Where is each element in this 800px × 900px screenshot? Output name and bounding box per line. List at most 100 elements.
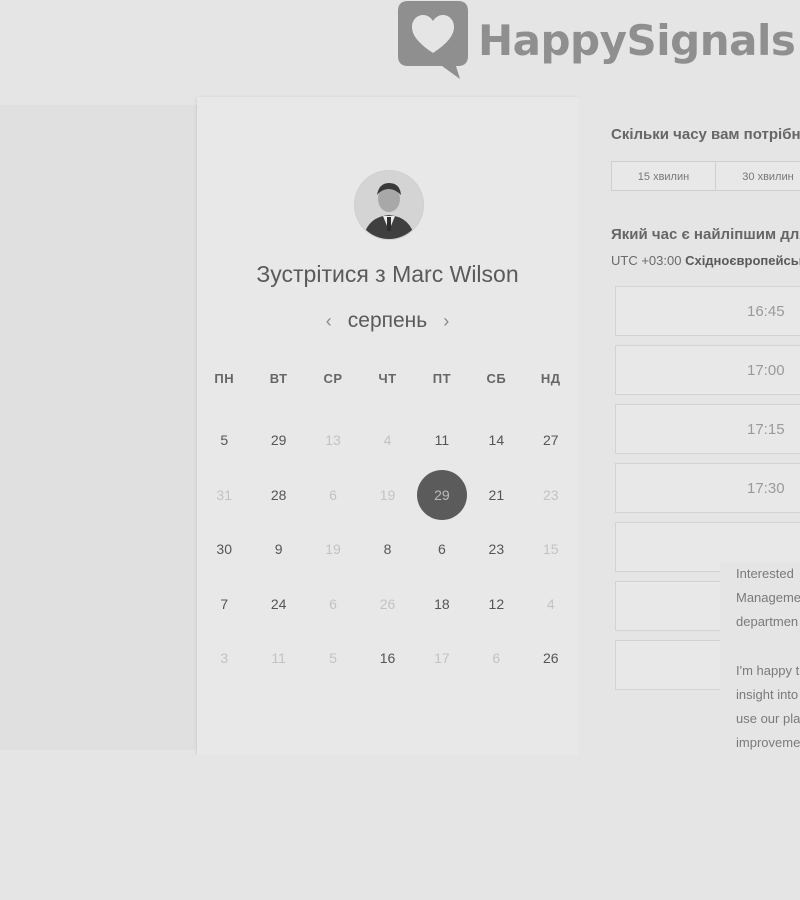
- calendar-day-cell: 13: [306, 432, 360, 448]
- duration-30-button[interactable]: 30 хвилин: [716, 161, 800, 191]
- unavailable-day: 3: [220, 650, 229, 667]
- calendar-day-cell: 30: [197, 541, 251, 557]
- message-line: use our pla: [736, 711, 800, 726]
- calendar-day-cell: 9: [251, 541, 305, 557]
- avatar: [354, 170, 424, 240]
- unavailable-day: 17: [434, 650, 450, 667]
- calendar-day-cell: 12: [469, 596, 523, 612]
- calendar-day-cell: 19: [360, 487, 414, 503]
- duration-question: Скільки часу вам потрібн: [611, 126, 800, 143]
- calendar-day-cell: 4: [524, 596, 578, 612]
- calendar-day-cell: 6: [415, 541, 469, 557]
- message-line: I'm happy t: [736, 663, 800, 678]
- calendar-day-cell: 29: [251, 432, 305, 448]
- time-question: Який час є найліпшим для: [611, 226, 800, 243]
- duration-15-button[interactable]: 15 хвилин: [611, 161, 716, 191]
- calendar-day-cell: 7: [197, 596, 251, 612]
- brand-name: HappySignals: [478, 15, 796, 65]
- message-line: Interested: [736, 566, 794, 581]
- heart-bubble-icon: [398, 1, 468, 79]
- left-background: [0, 105, 197, 750]
- unavailable-day: 11: [271, 650, 286, 667]
- calendar-day-cell: 28: [251, 487, 305, 503]
- calendar-day-cell: 6: [306, 487, 360, 503]
- next-month-icon[interactable]: ›: [443, 311, 449, 332]
- calendar-week-row: 7 24 6 26 18 12 4: [197, 577, 578, 632]
- happysignals-logo[interactable]: HappySignals: [398, 0, 796, 80]
- available-day[interactable]: 14: [489, 432, 505, 448]
- calendar-day-cell: 11: [415, 432, 469, 448]
- calendar-grid: ПН ВТ СР ЧТ ПТ СБ НД 5 29 13 4 11 14 27 31 28 6 19 29 21 23…: [197, 367, 578, 686]
- available-day[interactable]: 30: [216, 541, 232, 557]
- available-day[interactable]: 27: [543, 432, 559, 448]
- available-day[interactable]: 8: [384, 541, 392, 557]
- message-line: improveme: [736, 735, 800, 750]
- month-navigation: ‹ серпень ›: [197, 309, 578, 333]
- available-day[interactable]: 12: [489, 596, 505, 612]
- timezone-label: UTC +03:00 Східноєвропейськ: [611, 253, 800, 268]
- weekday-label: ПН: [214, 370, 235, 386]
- available-day[interactable]: 16: [380, 650, 396, 666]
- available-day[interactable]: 9: [275, 541, 283, 557]
- calendar-day-cell: 19: [306, 541, 360, 557]
- calendar-day-cell: 11: [251, 650, 305, 666]
- message-panel: Interested Manageme departmen I'm happy …: [720, 562, 800, 782]
- calendar-day-cell: 21: [469, 487, 523, 503]
- available-day[interactable]: 21: [489, 487, 505, 503]
- unavailable-day: 13: [325, 432, 341, 449]
- calendar-day-cell: 6: [469, 650, 523, 666]
- available-day[interactable]: 29: [271, 432, 287, 448]
- weekday-label: ЧТ: [378, 370, 397, 386]
- unavailable-day: 26: [379, 595, 396, 612]
- footer-background: [0, 755, 800, 900]
- available-day[interactable]: 11: [435, 432, 450, 448]
- message-line: Manageme: [736, 590, 800, 605]
- unavailable-day: 6: [492, 650, 501, 667]
- unavailable-day: 19: [325, 541, 341, 558]
- weekday-header: ПН ВТ СР ЧТ ПТ СБ НД: [197, 367, 578, 389]
- calendar-week-row: 31 28 6 19 29 21 23: [197, 468, 578, 523]
- weekday-label: ПТ: [432, 370, 452, 386]
- unavailable-day: 4: [546, 595, 555, 612]
- time-slot[interactable]: 17:00: [615, 345, 800, 395]
- time-slot[interactable]: 16:45: [615, 286, 800, 336]
- time-slot[interactable]: 17:15: [615, 404, 800, 454]
- calendar-day-cell: 23: [524, 487, 578, 503]
- calendar-day-cell: 15: [524, 541, 578, 557]
- calendar-day-cell: 17: [415, 650, 469, 666]
- time-slot[interactable]: 17:30: [615, 463, 800, 513]
- header: HappySignals: [0, 0, 800, 100]
- available-day[interactable]: 23: [489, 541, 505, 557]
- calendar-day-cell: 5: [306, 650, 360, 666]
- calendar-week-row: 5 29 13 4 11 14 27: [197, 413, 578, 468]
- calendar-day-cell: 27: [524, 432, 578, 448]
- calendar-week-row: 3 11 5 16 17 6 26: [197, 631, 578, 686]
- calendar-day-cell: 31: [197, 487, 251, 503]
- unavailable-day: 4: [383, 432, 392, 449]
- calendar-week-row: 30 9 19 8 6 23 15: [197, 522, 578, 577]
- available-day[interactable]: 24: [271, 596, 287, 612]
- timezone-name: Східноєвропейськ: [685, 253, 800, 268]
- selected-day[interactable]: 29: [416, 469, 467, 520]
- current-month: серпень: [347, 309, 428, 332]
- calendar-day-cell: 14: [469, 432, 523, 448]
- weekday-label: СР: [323, 370, 343, 386]
- available-day[interactable]: 26: [543, 650, 559, 666]
- unavailable-day: 23: [542, 486, 559, 503]
- weekday-label: СБ: [486, 370, 507, 386]
- message-line: insight into: [736, 687, 799, 702]
- calendar-day-cell: 23: [469, 541, 523, 557]
- available-day[interactable]: 5: [220, 432, 228, 448]
- unavailable-day: 6: [329, 595, 337, 612]
- unavailable-day: 6: [329, 486, 337, 503]
- unavailable-day: 15: [542, 541, 559, 558]
- calendar-day-cell: 24: [251, 596, 305, 612]
- available-day[interactable]: 6: [438, 541, 446, 557]
- available-day[interactable]: 28: [271, 487, 287, 503]
- available-day[interactable]: 7: [220, 596, 228, 612]
- calendar-day-cell: 5: [197, 432, 251, 448]
- available-day[interactable]: 18: [434, 596, 450, 612]
- prev-month-icon[interactable]: ‹: [326, 311, 332, 332]
- calendar-card: Зустрітися з Marc Wilson ‹ серпень › ПН В…: [197, 97, 578, 755]
- duration-options: 15 хвилин 30 хвилин: [611, 161, 800, 191]
